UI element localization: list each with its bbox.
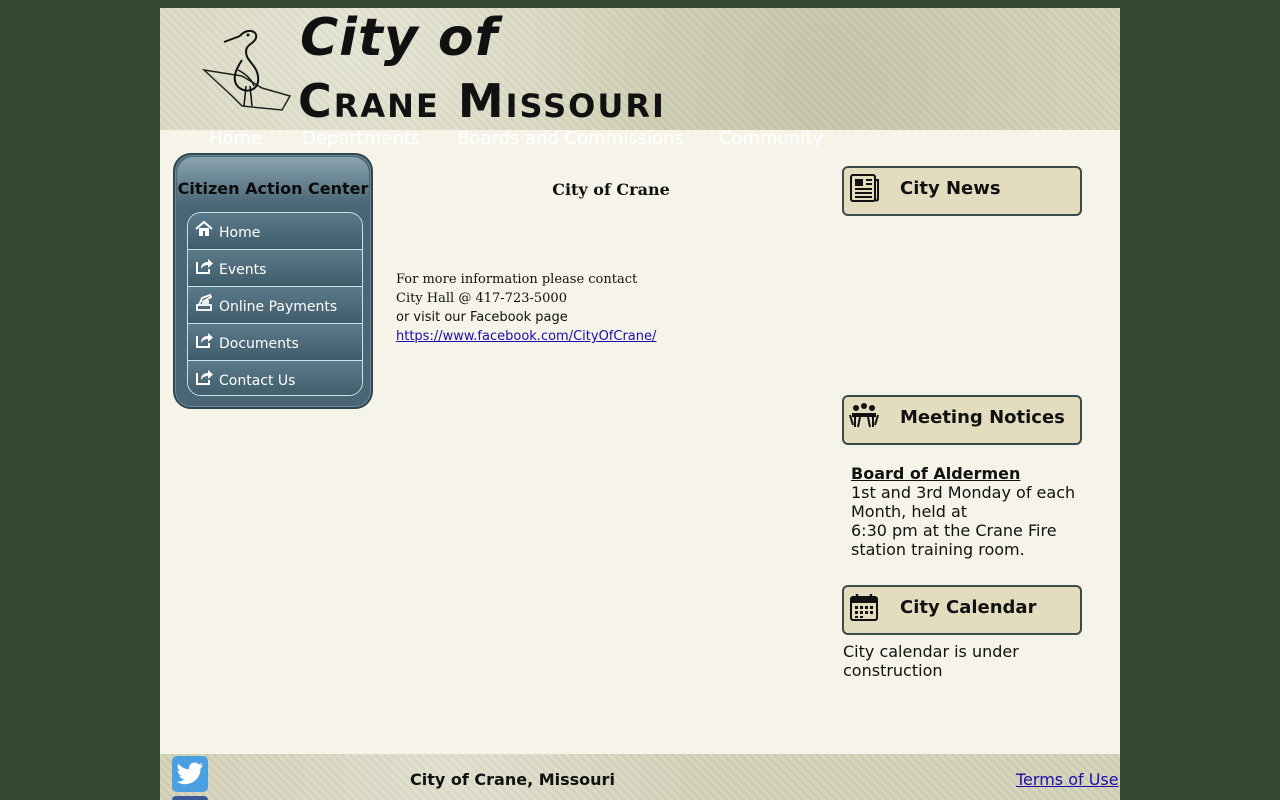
meeting-notices-box[interactable]: Meeting Notices <box>842 395 1082 445</box>
payment-hand-icon <box>196 293 213 311</box>
meeting-heading: Board of Aldermen <box>851 464 1021 483</box>
contact-line: For more information please contact <box>396 272 638 287</box>
nav-home[interactable]: Home <box>209 128 262 149</box>
contact-line: City Hall @ 417-723-5000 <box>396 291 567 306</box>
meeting-table-icon <box>849 403 879 428</box>
site-title-line2: Crane Missouri <box>298 74 666 128</box>
action-item-contact-us[interactable]: Contact Us <box>188 361 362 395</box>
city-calendar-title: City Calendar <box>900 597 1037 618</box>
facebook-link[interactable]: https://www.facebook.com/CityOfCrane/ <box>396 329 656 344</box>
page-container: City of Crane Missouri Home Departments … <box>160 8 1120 800</box>
action-center-title: Citizen Action Center <box>177 179 369 198</box>
facebook-icon[interactable] <box>172 796 208 800</box>
contact-line: or visit our Facebook page <box>396 310 568 325</box>
share-arrow-icon <box>196 333 213 348</box>
main-nav: Home Departments Boards and Commissions … <box>160 128 1120 154</box>
contact-info: For more information please contact City… <box>396 270 796 346</box>
action-item-home[interactable]: Home <box>188 213 362 250</box>
heron-logo-icon <box>202 30 292 111</box>
action-item-label: Online Payments <box>219 299 338 315</box>
action-item-label: Documents <box>219 336 299 352</box>
action-item-online-payments[interactable]: Online Payments <box>188 287 362 324</box>
action-item-documents[interactable]: Documents <box>188 324 362 361</box>
city-news-title: City News <box>900 178 1001 199</box>
nav-departments[interactable]: Departments <box>302 128 420 149</box>
action-center-menu: Home Events Online Payments Documents Co… <box>187 212 363 396</box>
terms-of-use-link[interactable]: Terms of Use <box>1016 770 1119 789</box>
city-news-box[interactable]: City News <box>842 166 1082 216</box>
calendar-status: City calendar is under construction <box>843 642 1019 680</box>
home-icon <box>195 220 213 236</box>
site-footer: City of Crane, Missouri Terms of Use <box>160 754 1120 800</box>
page-title: City of Crane <box>552 180 670 199</box>
site-title-line1: City of <box>300 8 499 68</box>
newspaper-icon <box>850 174 879 202</box>
citizen-action-center: Citizen Action Center Home Events Online… <box>173 153 373 409</box>
city-calendar-box[interactable]: City Calendar <box>842 585 1082 635</box>
twitter-icon <box>176 762 203 785</box>
share-arrow-icon <box>196 370 213 385</box>
meeting-location: 6:30 pm at the Crane Fire station traini… <box>851 521 1057 559</box>
site-header: City of Crane Missouri <box>160 8 1120 130</box>
footer-title: City of Crane, Missouri <box>410 770 615 789</box>
meeting-schedule: 1st and 3rd Monday of each Month, held a… <box>851 483 1076 521</box>
action-item-label: Contact Us <box>219 373 296 389</box>
twitter-link[interactable] <box>172 756 208 792</box>
action-item-events[interactable]: Events <box>188 250 362 287</box>
action-item-label: Events <box>219 262 267 278</box>
nav-boards-and-commissions[interactable]: Boards and Commissions <box>457 128 684 149</box>
calendar-icon <box>850 594 878 621</box>
nav-community[interactable]: Community <box>719 128 823 149</box>
meeting-notice-content: Board of Aldermen 1st and 3rd Monday of … <box>851 464 1091 559</box>
meeting-notices-title: Meeting Notices <box>900 407 1065 428</box>
share-arrow-icon <box>196 259 213 274</box>
action-item-label: Home <box>219 225 261 241</box>
